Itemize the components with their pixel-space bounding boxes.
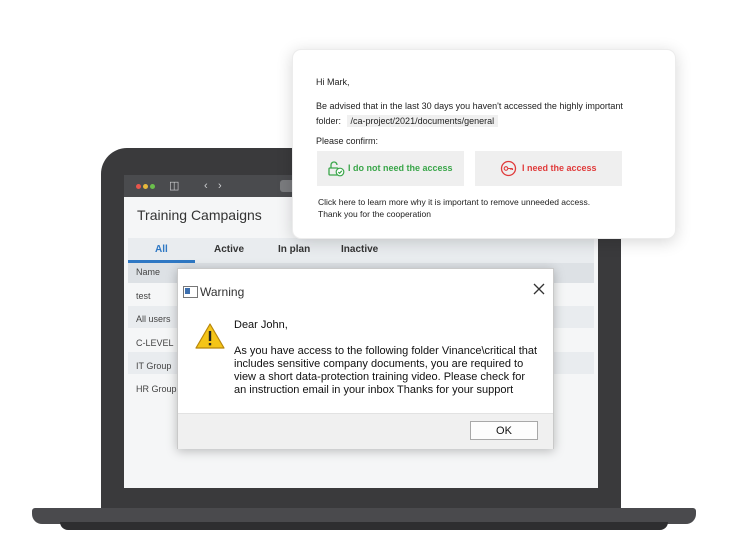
table-row[interactable]: HR Group [136, 384, 177, 394]
dialog-title: Warning [200, 285, 245, 299]
tab-in-plan[interactable]: In plan [278, 244, 310, 255]
key-icon [500, 160, 517, 177]
table-row[interactable]: All users [136, 314, 171, 324]
no-access-needed-button[interactable]: I do not need the access [317, 151, 464, 186]
window-icon [183, 286, 198, 298]
maximize-window-dot[interactable] [150, 184, 155, 189]
tab-bar: All Active In plan Inactive [128, 238, 594, 263]
back-icon[interactable]: ‹ [204, 179, 208, 193]
page-title: Training Campaigns [137, 207, 262, 223]
learn-more-link[interactable]: Click here to learn more why it is impor… [318, 197, 590, 207]
laptop-base-shadow [60, 522, 668, 530]
table-row[interactable]: IT Group [136, 361, 171, 371]
table-row[interactable]: C-LEVEL [136, 338, 174, 348]
need-access-label: I need the access [522, 163, 597, 173]
access-review-card: Hi Mark, Be advised that in the last 30 … [292, 49, 676, 239]
tab-inactive[interactable]: Inactive [341, 244, 378, 255]
confirm-prompt: Please confirm: [316, 136, 379, 146]
dialog-footer: OK [178, 413, 553, 449]
folder-path: /ca-project/2021/documents/general [346, 115, 499, 127]
minimize-window-dot[interactable] [143, 184, 148, 189]
tab-active[interactable]: Active [214, 244, 244, 255]
folder-label: folder: [316, 116, 342, 126]
tab-all[interactable]: All [155, 244, 168, 255]
close-window-dot[interactable] [136, 184, 141, 189]
column-header-name[interactable]: Name [136, 267, 160, 277]
thanks-text: Thank you for the cooperation [318, 209, 431, 219]
dialog-greeting: Dear John, [234, 319, 288, 331]
unlock-check-icon [328, 161, 345, 177]
card-folder-line: folder: /ca-project/2021/documents/gener… [316, 115, 499, 127]
forward-icon[interactable]: › [218, 179, 222, 193]
table-row[interactable]: test [136, 291, 151, 301]
card-advice: Be advised that in the last 30 days you … [316, 101, 623, 111]
warning-icon [195, 323, 225, 349]
sidebar-toggle-icon[interactable]: ◫ [169, 179, 179, 193]
warning-dialog: Warning Dear John, As you have access to… [177, 268, 554, 449]
ok-button[interactable]: OK [470, 421, 538, 440]
close-icon[interactable] [531, 281, 547, 297]
no-access-label: I do not need the access [348, 163, 453, 173]
card-greeting: Hi Mark, [316, 77, 350, 87]
need-access-button[interactable]: I need the access [475, 151, 622, 186]
dialog-message: As you have access to the following fold… [234, 345, 538, 396]
